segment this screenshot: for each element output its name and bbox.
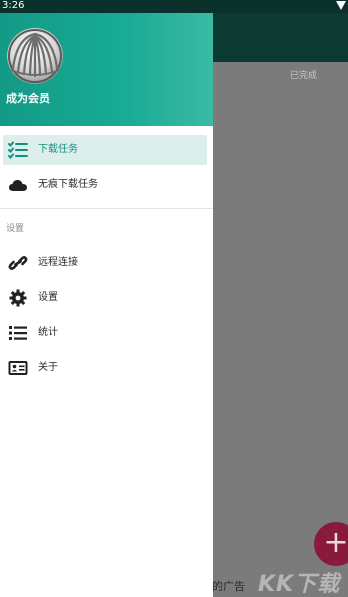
signal-icon: [336, 1, 346, 10]
status-bar: 3:26: [0, 0, 348, 13]
cloud-icon: [8, 176, 28, 194]
menu-item-label: 统计: [38, 327, 58, 338]
menu-item-label: 设置: [38, 292, 58, 303]
link-icon: [8, 254, 28, 272]
list-icon: [8, 324, 28, 342]
menu-item-statistics[interactable]: 统计: [0, 318, 213, 348]
menu-item-label: 远程连接: [38, 257, 78, 268]
app-screen: 已完成 + 的广告 KK下载 3:26 成为会员 下载任务 无痕下载任务 设置 …: [0, 0, 348, 597]
gear-icon: [8, 289, 28, 307]
become-member-link[interactable]: 成为会员: [6, 90, 50, 106]
menu-item-label: 下载任务: [38, 144, 78, 155]
menu-divider: [0, 208, 213, 209]
status-time: 3:26: [2, 0, 25, 11]
menu-item-about[interactable]: 关于: [0, 353, 213, 383]
settings-section-title: 设置: [6, 224, 25, 234]
menu-item-settings[interactable]: 设置: [0, 283, 213, 313]
drawer-header[interactable]: 成为会员: [0, 13, 213, 126]
menu-item-incognito-download-tasks[interactable]: 无痕下载任务: [0, 170, 213, 200]
menu-item-label: 无痕下载任务: [38, 179, 98, 190]
avatar[interactable]: [7, 28, 63, 84]
checklist-icon: [8, 141, 28, 159]
navigation-drawer: 成为会员 下载任务 无痕下载任务 设置 远程连接 设置 统计 关于: [0, 0, 213, 597]
menu-item-label: 关于: [38, 362, 58, 373]
app-logo-icon: [7, 28, 63, 84]
menu-item-remote-connection[interactable]: 远程连接: [0, 248, 213, 278]
ad-text: 的广告: [212, 580, 245, 593]
watermark: KK下载: [258, 572, 341, 597]
menu-item-download-tasks[interactable]: 下载任务: [3, 135, 207, 165]
id-card-icon: [8, 359, 28, 377]
completed-tab[interactable]: 已完成: [290, 68, 317, 81]
